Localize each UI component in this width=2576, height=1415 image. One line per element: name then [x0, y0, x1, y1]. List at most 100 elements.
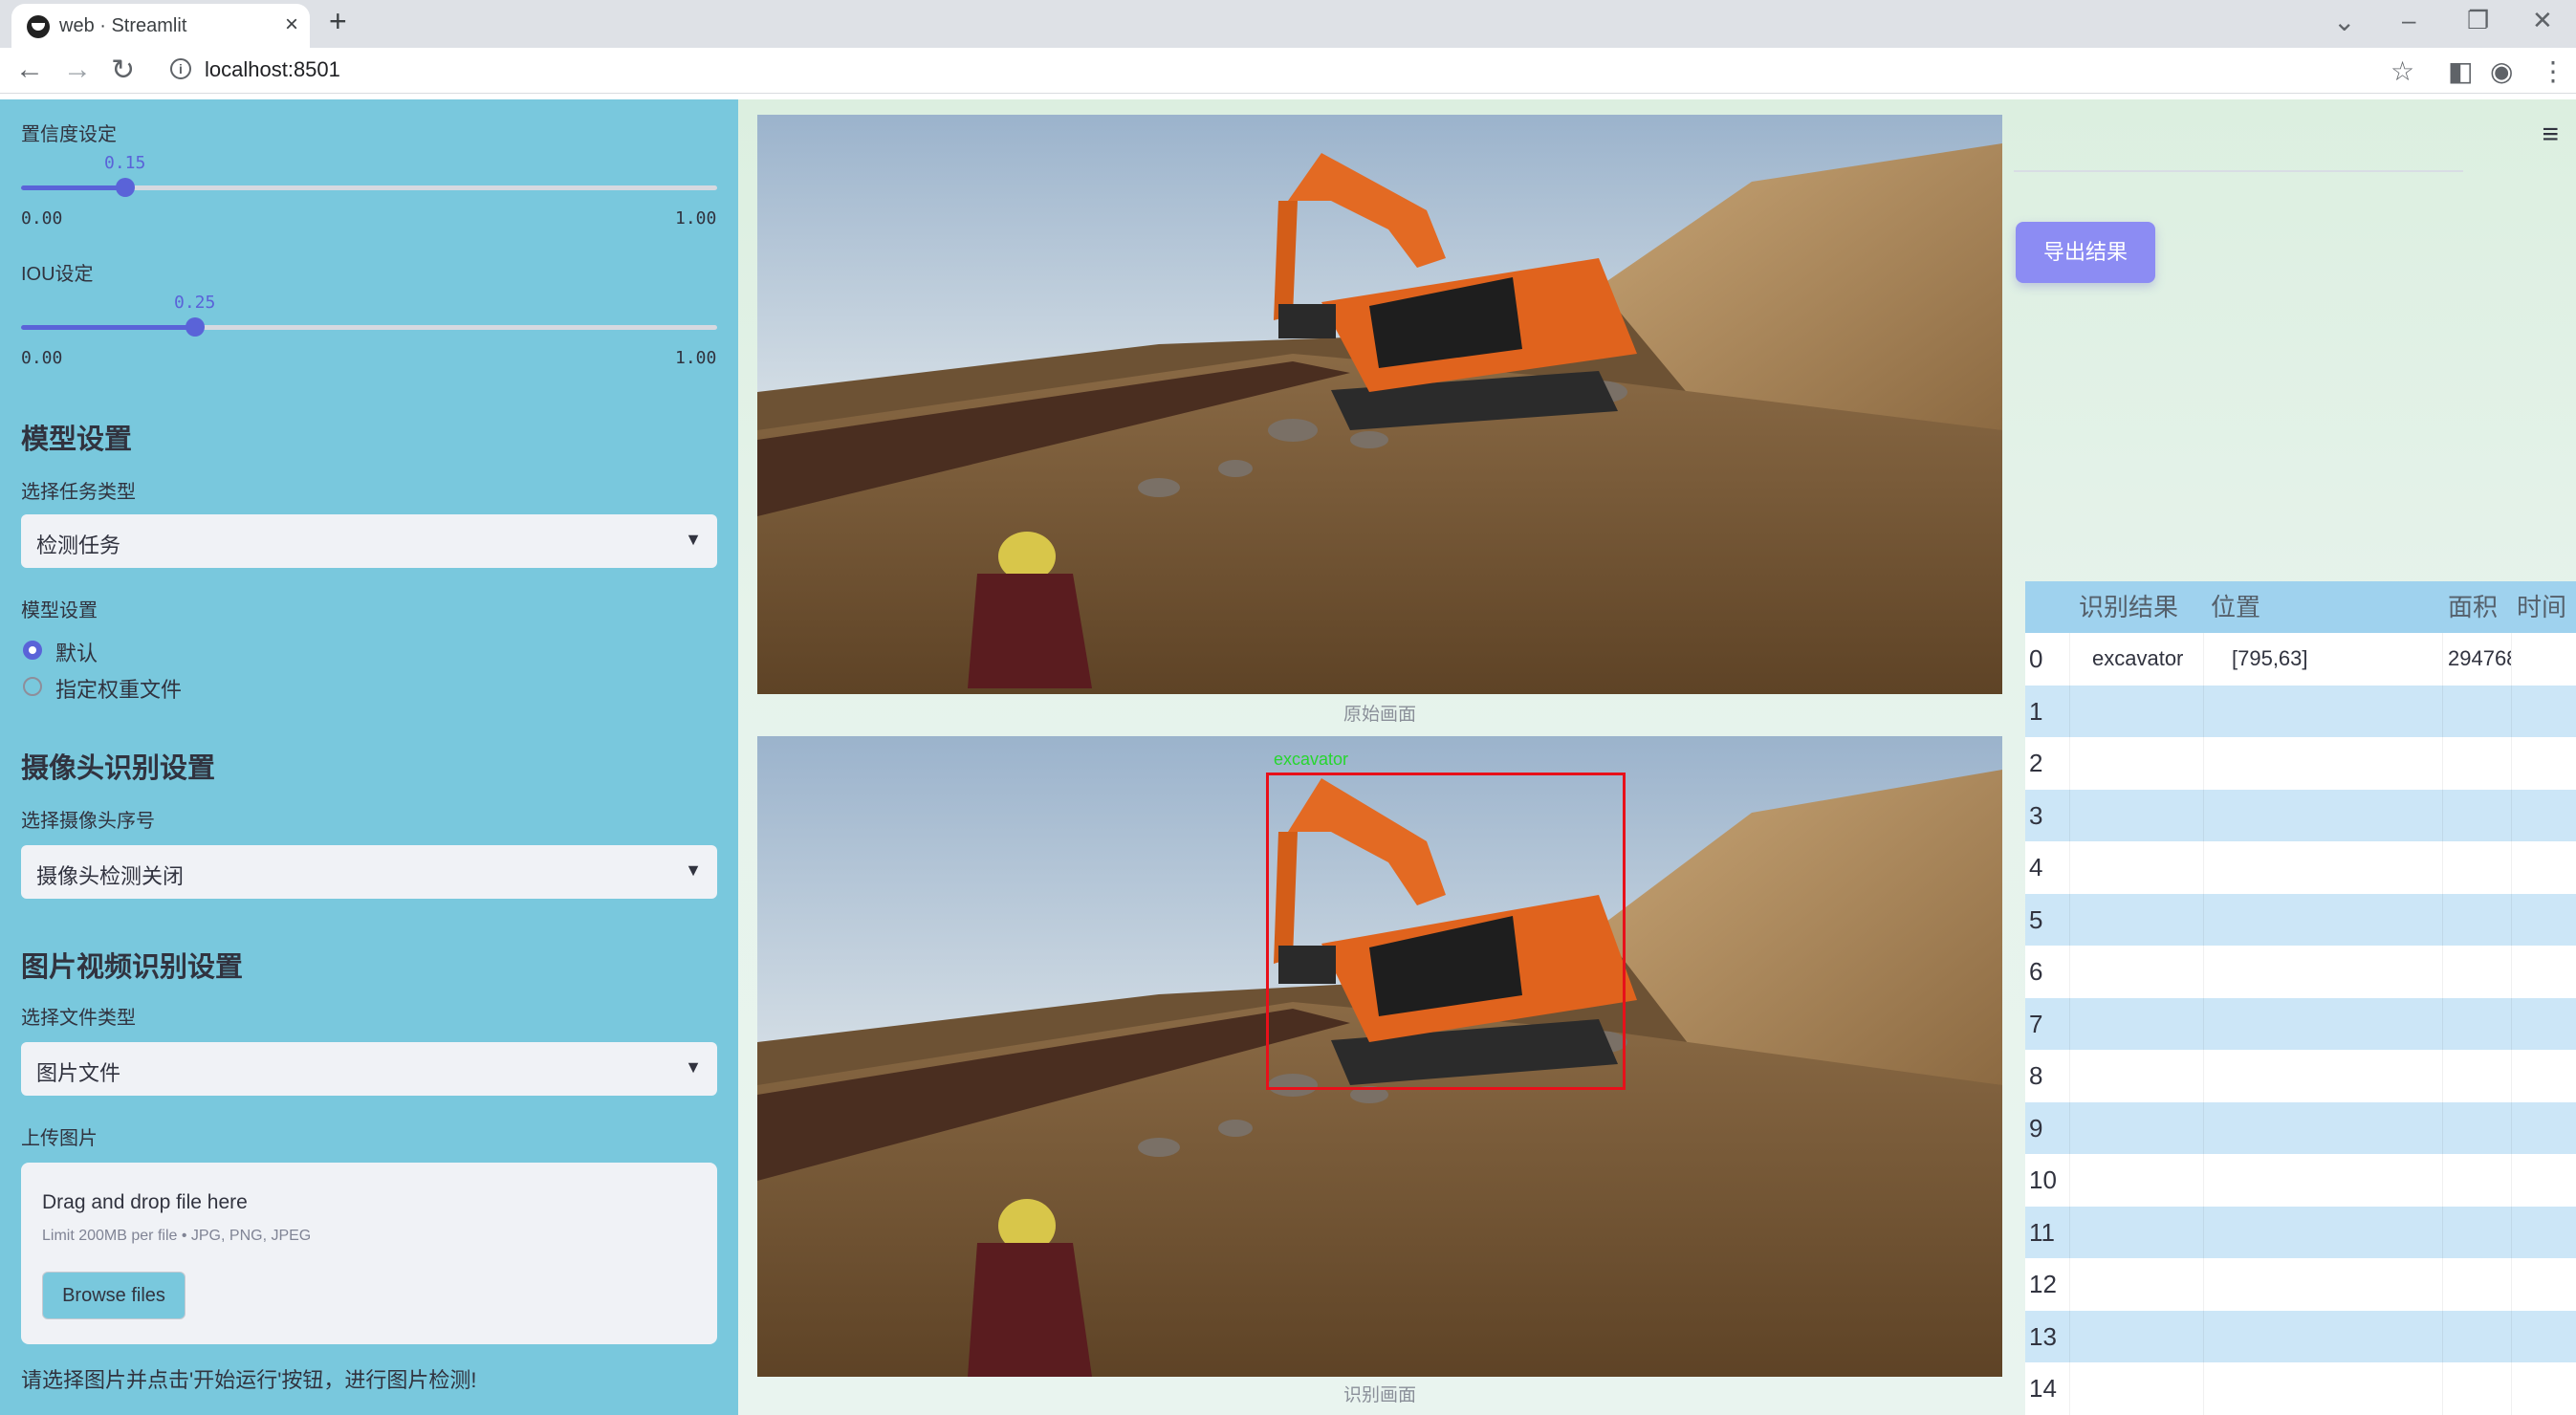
table-row[interactable]: 2: [2025, 737, 2576, 790]
table-row[interactable]: 6: [2025, 946, 2576, 998]
site-info-icon[interactable]: i: [170, 58, 191, 79]
table-gridline: [2511, 737, 2512, 790]
iou-slider[interactable]: [21, 317, 717, 337]
address-bar: ← → ↻ i localhost:8501 ☆ ◧ ◉ ⋮: [0, 48, 2576, 94]
table-gridline: [2511, 893, 2512, 946]
confidence-slider-thumb[interactable]: [116, 178, 135, 197]
back-arrow-icon[interactable]: ←: [15, 54, 44, 86]
table-header-cell[interactable]: 识别结果: [2069, 581, 2203, 633]
main-content: 原始画面 excavator 识别画面 ≡ 导出结果 识别结果 位置 面积 时间…: [738, 99, 2576, 1415]
url-field[interactable]: localhost:8501: [205, 57, 340, 82]
radio-custom-weights[interactable]: [23, 677, 42, 696]
table-cell: [2442, 894, 2511, 947]
table-gridline: [2511, 1310, 2512, 1362]
task-type-select[interactable]: 检测任务 ▼: [21, 514, 717, 568]
table-cell: [2069, 841, 2203, 894]
table-cell: [2442, 1102, 2511, 1155]
table-gridline: [2511, 1101, 2512, 1154]
tab-search-chevron-icon[interactable]: ⌄: [2333, 6, 2355, 37]
table-row[interactable]: 14: [2025, 1362, 2576, 1415]
radio-default-label[interactable]: 默认: [55, 637, 98, 667]
table-cell: [2069, 1258, 2203, 1311]
forward-arrow-icon[interactable]: →: [63, 54, 92, 86]
table-header-cell[interactable]: 面积: [2442, 581, 2511, 633]
side-panel-icon[interactable]: ◧: [2448, 55, 2473, 87]
table-gridline: [2069, 946, 2070, 998]
table-header-cell[interactable]: 位置: [2203, 581, 2442, 633]
table-gridline: [2069, 1206, 2070, 1258]
table-gridline: [2203, 685, 2204, 737]
table-cell: [2511, 998, 2576, 1051]
tab-close-icon[interactable]: ×: [285, 11, 298, 38]
iou-label: IOU设定: [21, 264, 94, 285]
table-gridline: [2203, 633, 2204, 686]
camera-settings-heading: 摄像头识别设置: [21, 753, 216, 784]
table-row[interactable]: 4: [2025, 841, 2576, 894]
upload-label: 上传图片: [21, 1128, 98, 1149]
browse-files-button[interactable]: Browse files: [42, 1272, 186, 1319]
table-gridline: [2069, 1154, 2070, 1207]
table-cell: [2511, 737, 2576, 790]
table-row[interactable]: 7: [2025, 997, 2576, 1051]
file-uploader-dropzone[interactable]: Drag and drop file here Limit 200MB per …: [21, 1163, 717, 1344]
export-results-button[interactable]: 导出结果: [2016, 222, 2155, 283]
table-header-row: 识别结果 位置 面积 时间: [2025, 581, 2576, 633]
restore-icon[interactable]: ❐: [2467, 6, 2489, 35]
browser-tab[interactable]: web · Streamlit ×: [11, 4, 310, 48]
detection-bounding-box: [1266, 773, 1626, 1090]
table-row[interactable]: 12: [2025, 1258, 2576, 1311]
table-row[interactable]: 9: [2025, 1101, 2576, 1155]
table-cell: [2511, 1258, 2576, 1311]
browser-menu-icon[interactable]: ⋮: [2540, 55, 2566, 87]
table-row[interactable]: 3: [2025, 789, 2576, 841]
table-gridline: [2442, 841, 2443, 894]
table-header-cell[interactable]: 时间: [2511, 581, 2576, 633]
table-cell: [2511, 1102, 2576, 1155]
table-cell: 3: [2029, 800, 2043, 830]
radio-default[interactable]: [23, 641, 42, 660]
browser-tab-bar: web · Streamlit × + ⌄ – ❐ ✕: [0, 0, 2576, 48]
table-row[interactable]: 8: [2025, 1050, 2576, 1102]
detected-image-caption: 识别画面: [1343, 1385, 1416, 1405]
table-gridline: [2511, 1362, 2512, 1415]
table-row[interactable]: 1: [2025, 685, 2576, 737]
confidence-slider[interactable]: [21, 178, 717, 197]
table-row[interactable]: 11: [2025, 1206, 2576, 1258]
uploader-limit: Limit 200MB per file • JPG, PNG, JPEG: [42, 1228, 312, 1244]
table-row[interactable]: 13: [2025, 1310, 2576, 1362]
hamburger-menu-icon[interactable]: ≡: [2542, 119, 2559, 151]
table-cell: [2442, 1154, 2511, 1207]
table-cell: 8: [2029, 1061, 2043, 1090]
results-table: 识别结果 位置 面积 时间 0 excavator [795,63] 2947680.…: [2025, 581, 2576, 1415]
minimize-icon[interactable]: –: [2402, 6, 2415, 35]
iou-slider-thumb[interactable]: [186, 317, 205, 337]
close-window-icon[interactable]: ✕: [2532, 6, 2553, 35]
table-gridline: [2069, 1362, 2070, 1415]
table-cell: [2203, 998, 2442, 1051]
radio-custom-weights-label[interactable]: 指定权重文件: [55, 673, 182, 704]
table-cell: excavator: [2092, 646, 2184, 670]
table-row[interactable]: 0 excavator [795,63] 2947680.04: [2025, 633, 2576, 686]
table-cell: [2203, 894, 2442, 947]
table-gridline: [2203, 1310, 2204, 1362]
table-gridline: [2069, 997, 2070, 1050]
camera-index-select[interactable]: 摄像头检测关闭 ▼: [21, 845, 717, 899]
table-cell: [2442, 946, 2511, 998]
table-cell: [2203, 946, 2442, 998]
table-cell: [2511, 1154, 2576, 1207]
table-cell: [2511, 841, 2576, 894]
table-cell: [2203, 1050, 2442, 1102]
profile-avatar-icon[interactable]: ◉: [2490, 55, 2513, 87]
new-tab-icon[interactable]: +: [329, 4, 347, 39]
bookmark-star-icon[interactable]: ☆: [2390, 55, 2414, 87]
table-row[interactable]: 5: [2025, 893, 2576, 947]
table-cell: [2511, 1050, 2576, 1102]
confidence-max: 1.00: [675, 208, 717, 229]
table-gridline: [2203, 841, 2204, 894]
reload-icon[interactable]: ↻: [111, 54, 135, 87]
table-row[interactable]: 10: [2025, 1154, 2576, 1207]
file-type-select[interactable]: 图片文件 ▼: [21, 1042, 717, 1096]
table-cell: [2442, 737, 2511, 790]
table-gridline: [2069, 737, 2070, 790]
table-gridline: [2442, 685, 2443, 737]
